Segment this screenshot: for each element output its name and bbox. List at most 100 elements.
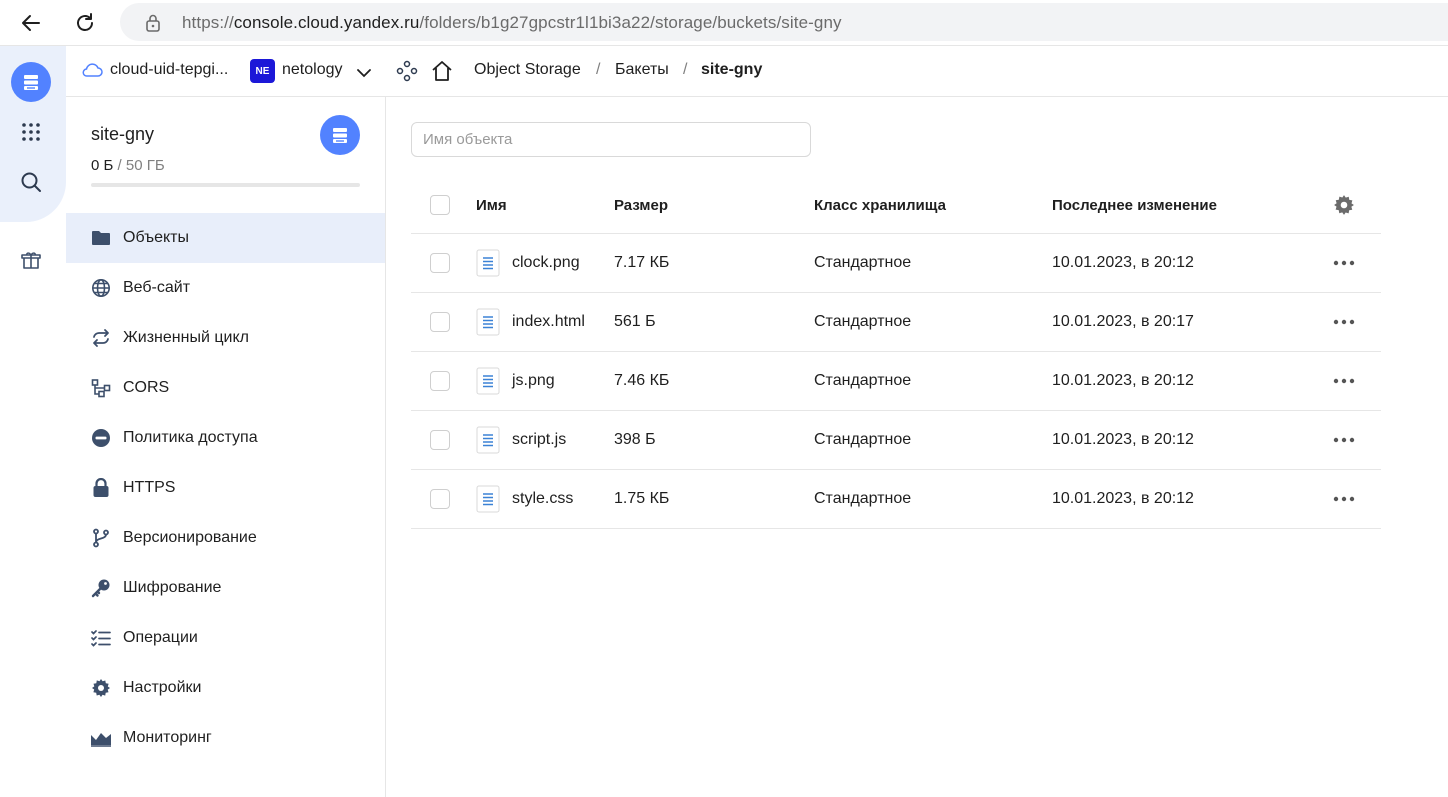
column-header-modified[interactable]: Последнее изменение [1052, 177, 1217, 233]
menu-item-https[interactable]: HTTPS [66, 463, 385, 513]
file-icon [476, 249, 500, 277]
menu-item-objects[interactable]: Объекты [66, 213, 385, 263]
file-icon [476, 308, 500, 336]
list-check-icon [90, 627, 112, 649]
object-name-cell: index.html [476, 293, 585, 351]
row-checkbox[interactable] [430, 253, 450, 273]
cors-icon [90, 377, 112, 399]
menu-item-label: Объекты [123, 229, 189, 246]
table-row[interactable]: clock.png 7.17 КБ Стандартное 10.01.2023… [411, 234, 1381, 293]
menu-item-label: Версионирование [123, 529, 257, 546]
folder-tree-icon[interactable] [396, 60, 418, 87]
object-size: 561 Б [614, 313, 656, 330]
menu-item-label: Шифрование [123, 579, 222, 596]
objects-table: Имя Размер Класс хранилища Последнее изм… [411, 177, 1381, 529]
menu-item-label: HTTPS [123, 479, 176, 496]
menu-item-label: Настройки [123, 679, 202, 696]
menu-item-website[interactable]: Веб-сайт [66, 263, 385, 313]
console-header: cloud-uid-tepgi... NE netology Object St… [66, 46, 1448, 97]
breadcrumb-buckets[interactable]: Бакеты [615, 61, 669, 79]
object-search-input[interactable] [411, 122, 811, 157]
object-name-link[interactable]: js.png [512, 372, 555, 390]
home-icon[interactable] [430, 59, 454, 88]
table-settings-gear-icon[interactable] [1329, 177, 1359, 233]
menu-item-cors[interactable]: CORS [66, 363, 385, 413]
breadcrumb-object-storage[interactable]: Object Storage [474, 61, 581, 79]
table-row[interactable]: js.png 7.46 КБ Стандартное 10.01.2023, в… [411, 352, 1381, 411]
back-arrow-icon[interactable] [16, 8, 46, 38]
lock-icon [144, 13, 162, 38]
services-grid-icon[interactable] [18, 119, 44, 145]
objects-panel: Имя Размер Класс хранилища Последнее изм… [386, 97, 1448, 797]
more-actions-icon[interactable] [1329, 234, 1359, 292]
column-header-size[interactable]: Размер [614, 177, 668, 233]
menu-item-operations[interactable]: Операции [66, 613, 385, 663]
table-row[interactable]: script.js 398 Б Стандартное 10.01.2023, … [411, 411, 1381, 470]
more-actions-icon[interactable] [1329, 470, 1359, 528]
file-icon [476, 485, 500, 513]
breadcrumb-separator: / [683, 61, 688, 78]
menu-item-access-policy[interactable]: Политика доступа [66, 413, 385, 463]
object-name-link[interactable]: index.html [512, 313, 585, 331]
object-storage-class: Стандартное [814, 372, 912, 389]
object-storage-class: Стандартное [814, 431, 912, 448]
more-actions-icon[interactable] [1329, 352, 1359, 410]
menu-item-label: Веб-сайт [123, 279, 191, 296]
marketplace-box-icon[interactable] [18, 248, 44, 274]
table-row[interactable]: style.css 1.75 КБ Стандартное 10.01.2023… [411, 470, 1381, 529]
object-size: 7.17 КБ [614, 254, 670, 271]
object-name-link[interactable]: clock.png [512, 254, 580, 272]
bucket-menu: Объекты Веб-сайт Жизненный цикл CORS Пол… [66, 213, 385, 763]
cloud-icon [81, 62, 103, 83]
object-size: 7.46 КБ [614, 372, 670, 389]
more-actions-icon[interactable] [1329, 293, 1359, 351]
row-checkbox[interactable] [430, 371, 450, 391]
address-bar[interactable]: https://console.cloud.yandex.ru/folders/… [120, 3, 1448, 41]
more-actions-icon[interactable] [1329, 411, 1359, 469]
bucket-quota: 50 ГБ [125, 157, 165, 174]
chevron-down-icon[interactable] [357, 65, 371, 83]
cycle-icon [90, 327, 112, 349]
menu-item-versioning[interactable]: Версионирование [66, 513, 385, 563]
object-storage-class: Стандартное [814, 490, 912, 507]
object-modified: 10.01.2023, в 20:12 [1052, 490, 1194, 507]
object-modified: 10.01.2023, в 20:12 [1052, 254, 1194, 271]
org-selector[interactable]: netology [282, 61, 343, 79]
object-name-cell: script.js [476, 411, 566, 469]
key-icon [90, 577, 112, 599]
folder-icon [90, 227, 112, 249]
app-rail [0, 46, 66, 797]
object-name-cell: style.css [476, 470, 573, 528]
object-size: 1.75 КБ [614, 490, 670, 507]
reload-icon[interactable] [70, 8, 100, 38]
globe-icon [90, 277, 112, 299]
bucket-name: site-gny [91, 124, 155, 144]
breadcrumb-separator: / [596, 61, 601, 78]
url-path: /folders/b1g27gpcstr1l1bi3a22/storage/bu… [419, 13, 842, 32]
url-text: https://console.cloud.yandex.ru/folders/… [182, 13, 842, 33]
row-checkbox[interactable] [430, 430, 450, 450]
menu-item-monitoring[interactable]: Мониторинг [66, 713, 385, 763]
column-header-name[interactable]: Имя [476, 177, 507, 233]
file-icon [476, 367, 500, 395]
menu-item-encryption[interactable]: Шифрование [66, 563, 385, 613]
search-icon[interactable] [18, 169, 44, 195]
menu-item-settings[interactable]: Настройки [66, 663, 385, 713]
row-checkbox[interactable] [430, 489, 450, 509]
column-header-class[interactable]: Класс хранилища [814, 177, 946, 233]
object-name-link[interactable]: style.css [512, 490, 573, 508]
storage-logo-icon[interactable] [11, 62, 51, 102]
object-name-link[interactable]: script.js [512, 431, 566, 449]
menu-item-label: Мониторинг [123, 729, 212, 746]
breadcrumb-current: site-gny [701, 61, 763, 78]
menu-item-lifecycle[interactable]: Жизненный цикл [66, 313, 385, 363]
cloud-selector[interactable]: cloud-uid-tepgi... [110, 61, 228, 79]
menu-item-label: Политика доступа [123, 429, 258, 446]
row-checkbox[interactable] [430, 312, 450, 332]
object-modified: 10.01.2023, в 20:12 [1052, 372, 1194, 389]
bucket-sidebar: site-gny 0 Б / 50 ГБ Объекты Веб-сайт Жи… [66, 97, 386, 797]
object-name-cell: js.png [476, 352, 555, 410]
table-row[interactable]: index.html 561 Б Стандартное 10.01.2023,… [411, 293, 1381, 352]
bucket-icon [320, 115, 360, 155]
select-all-checkbox[interactable] [430, 195, 450, 215]
